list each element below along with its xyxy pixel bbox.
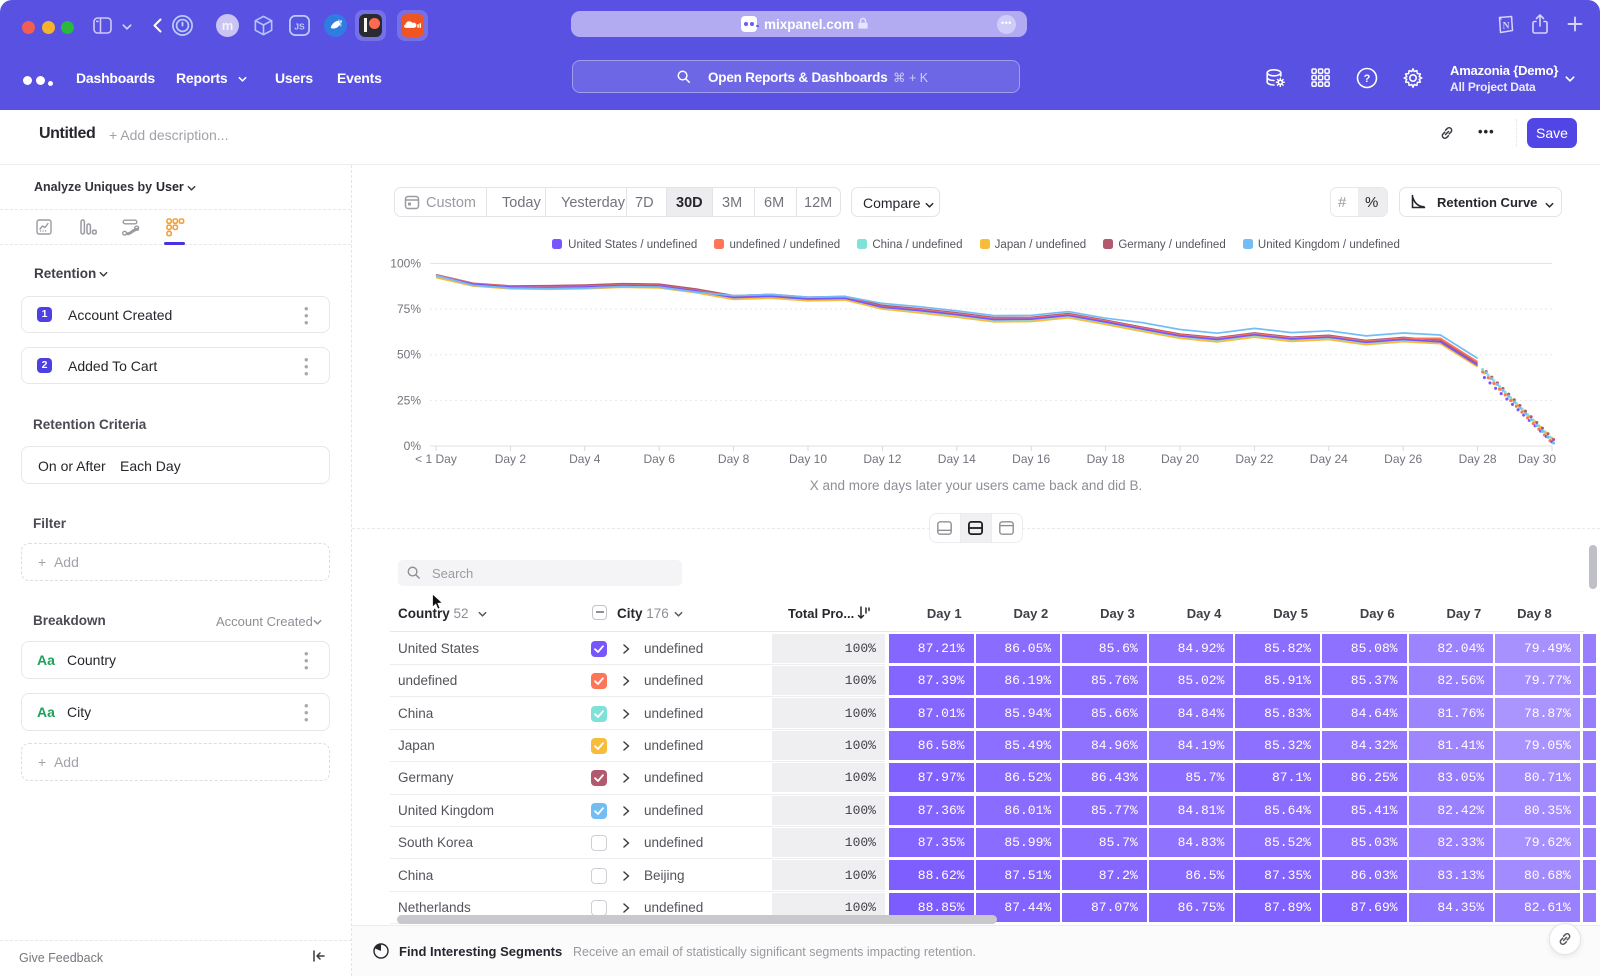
svg-text:Day 26: Day 26 [1384,452,1422,466]
svg-text:0%: 0% [404,439,422,453]
svg-text:Day 24: Day 24 [1310,452,1348,466]
svg-text:Day 12: Day 12 [863,452,901,466]
svg-text:Day 28: Day 28 [1459,452,1497,466]
svg-text:Day 14: Day 14 [938,452,976,466]
svg-text:< 1 Day: < 1 Day [415,452,457,466]
svg-text:Day 6: Day 6 [644,452,676,466]
svg-text:Day 20: Day 20 [1161,452,1199,466]
svg-text:50%: 50% [397,348,421,362]
svg-text:Day 8: Day 8 [718,452,750,466]
svg-text:Day 16: Day 16 [1012,452,1050,466]
svg-text:Day 2: Day 2 [495,452,527,466]
svg-text:100%: 100% [390,256,421,270]
svg-text:Day 10: Day 10 [789,452,827,466]
svg-text:Day 18: Day 18 [1087,452,1125,466]
svg-text:Day 22: Day 22 [1235,452,1273,466]
svg-text:Day 4: Day 4 [569,452,601,466]
svg-text:Day 30: Day 30 [1518,452,1556,466]
svg-text:25%: 25% [397,393,421,407]
svg-text:75%: 75% [397,302,421,316]
